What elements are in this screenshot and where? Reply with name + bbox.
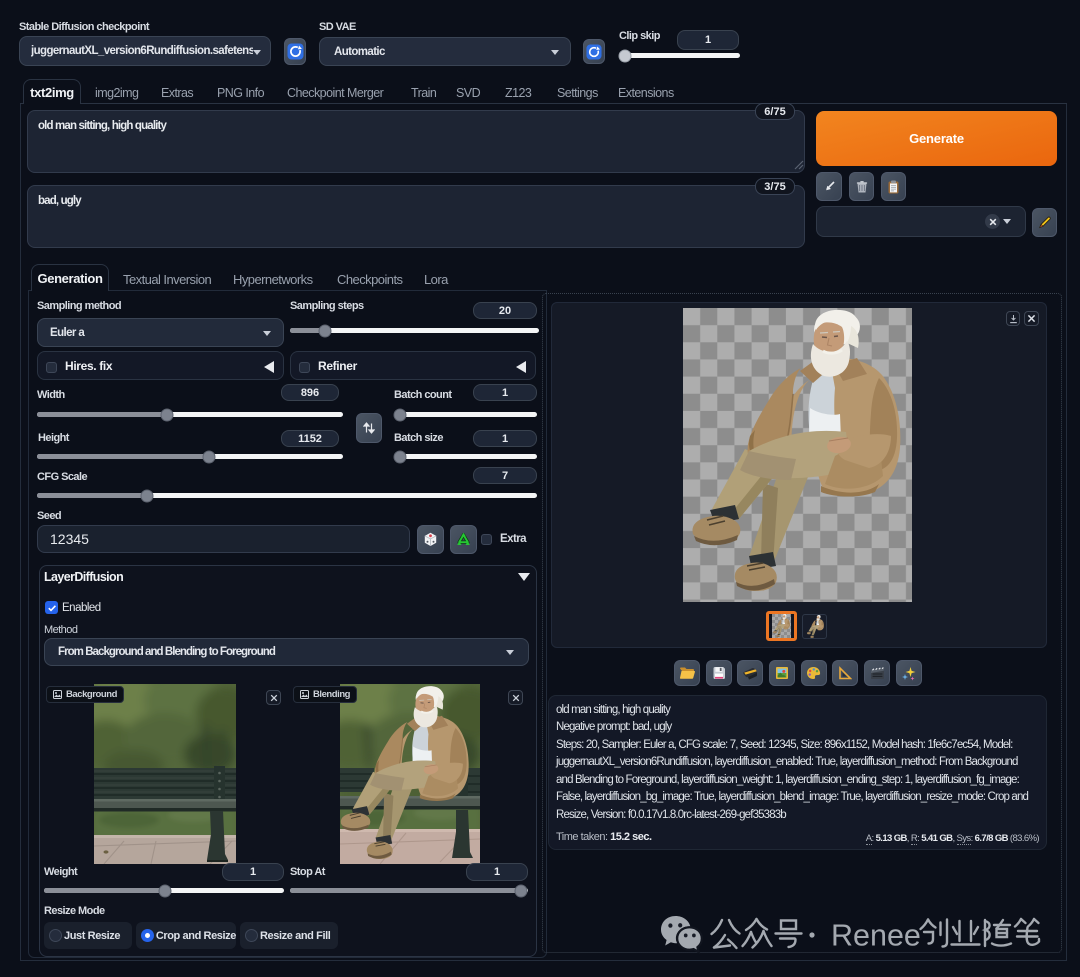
svg-text:Renee: Renee [831,919,921,953]
